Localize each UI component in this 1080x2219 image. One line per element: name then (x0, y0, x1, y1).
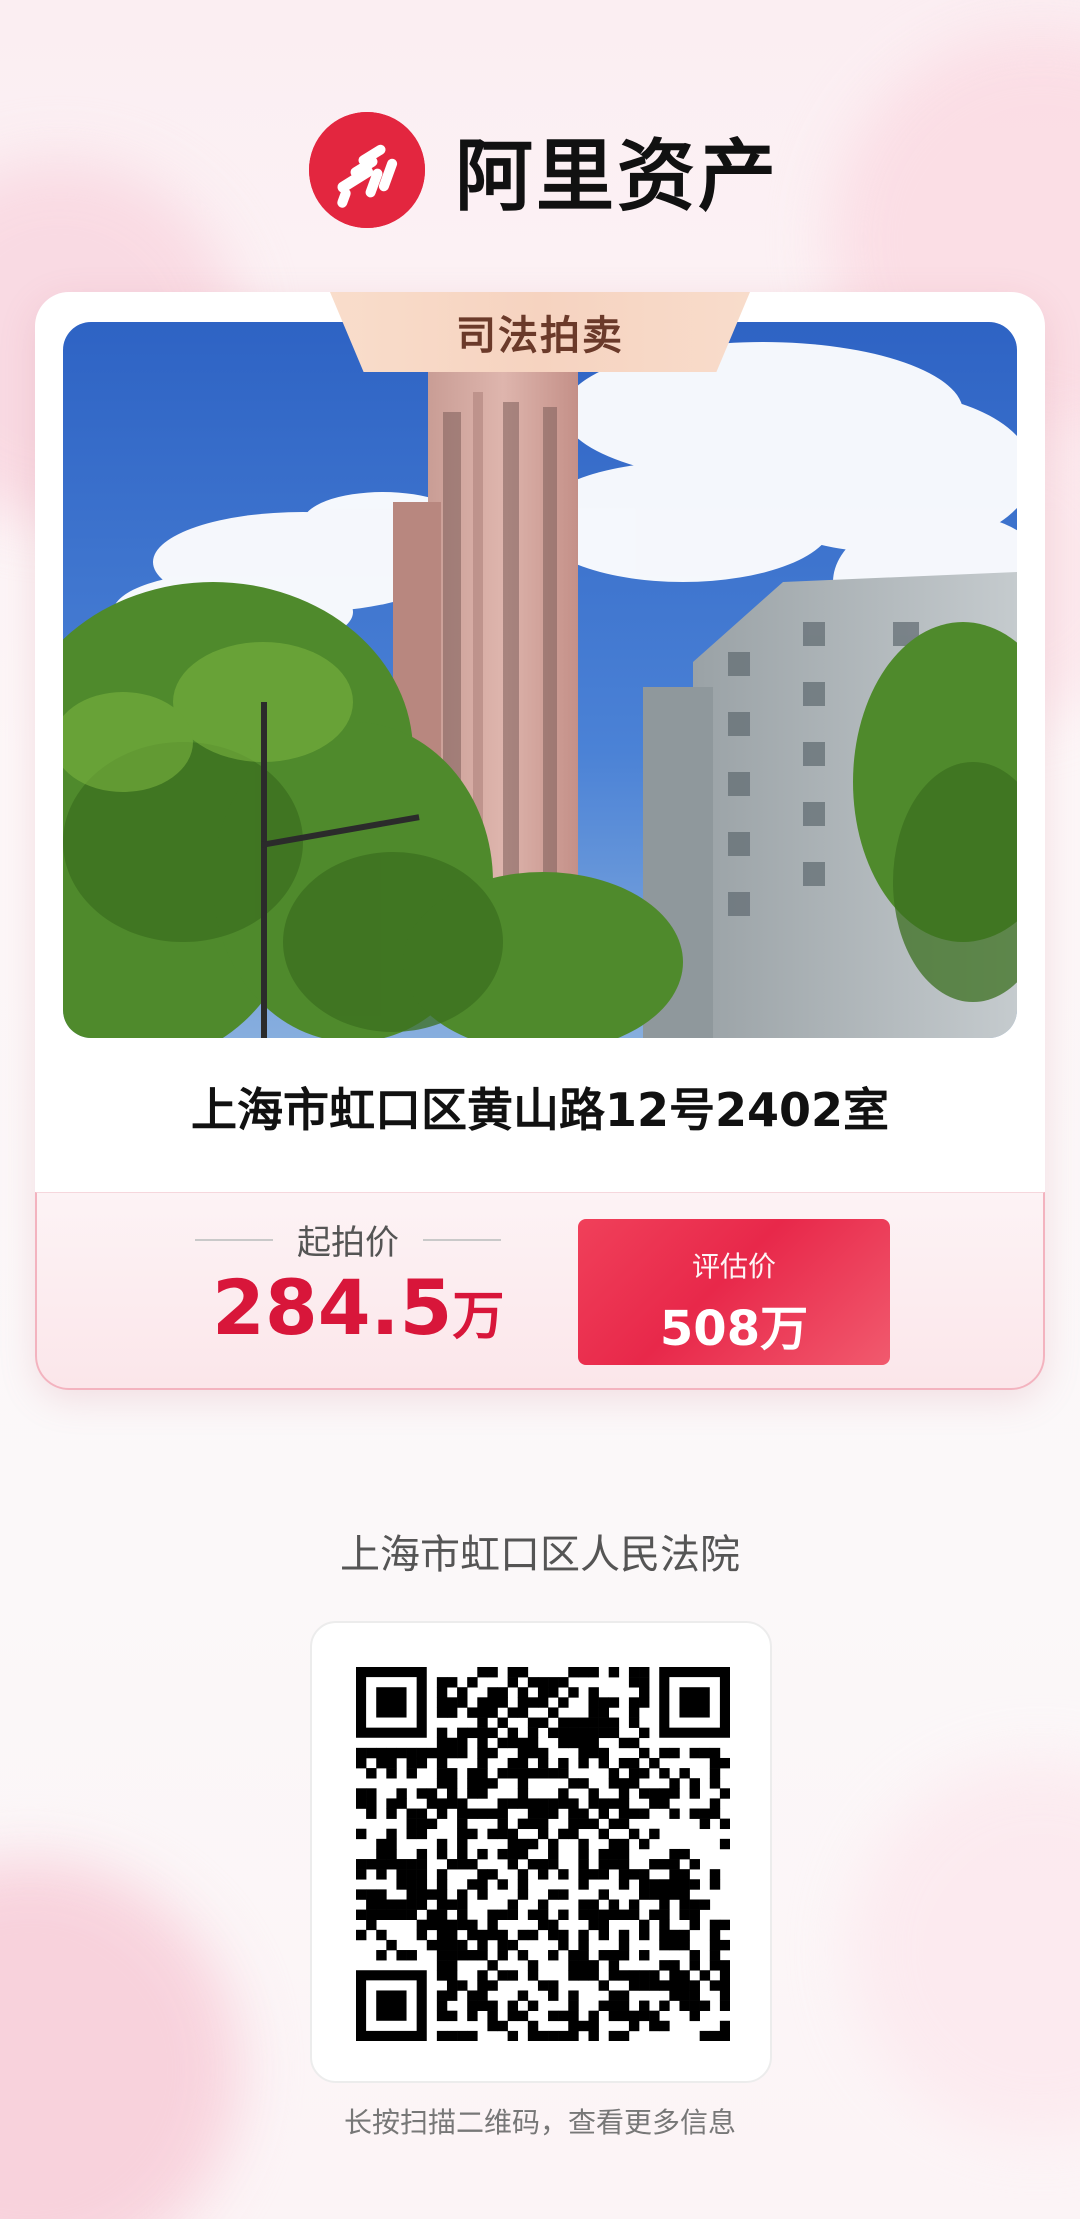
divider (195, 1238, 273, 1241)
qr-code-icon[interactable] (356, 1667, 730, 2041)
price-panel: 起拍价 284.5万 评估价 508万 (35, 1192, 1045, 1390)
judicial-auction-badge-label: 司法拍卖 (456, 313, 624, 359)
starting-price-label: 起拍价 (297, 1223, 399, 1263)
appraised-price-box: 评估价 508万 (578, 1219, 890, 1365)
court-name: 上海市虹口区人民法院 (340, 1532, 740, 1578)
brand-header: 阿里资产 (309, 112, 779, 228)
property-photo[interactable] (63, 322, 1017, 1038)
starting-price-value: 284.5 (212, 1263, 453, 1352)
qr-code-card[interactable] (310, 1621, 772, 2083)
starting-price: 284.5万 (212, 1263, 504, 1352)
starting-price-unit: 万 (452, 1287, 505, 1347)
appraised-price-label: 评估价 (691, 1250, 776, 1283)
auction-card[interactable]: 司法拍卖 上海市虹口区黄山路12号2402室 起拍价 284.5万 评估价 50… (35, 292, 1045, 1390)
qr-scan-hint: 长按扫描二维码，查看更多信息 (343, 2106, 736, 2139)
background-blob (0, 1859, 240, 2219)
background-blob (850, 1759, 1080, 2139)
divider (423, 1238, 501, 1241)
property-address: 上海市虹口区黄山路12号2402室 (190, 1083, 890, 1137)
appraised-price-value: 508万 (659, 1301, 809, 1357)
judicial-auction-badge: 司法拍卖 (330, 292, 750, 372)
starting-price-label-row: 起拍价 (195, 1215, 501, 1264)
brand-name: 阿里资产 (455, 132, 780, 222)
alibaba-assets-logo-icon (309, 112, 425, 228)
